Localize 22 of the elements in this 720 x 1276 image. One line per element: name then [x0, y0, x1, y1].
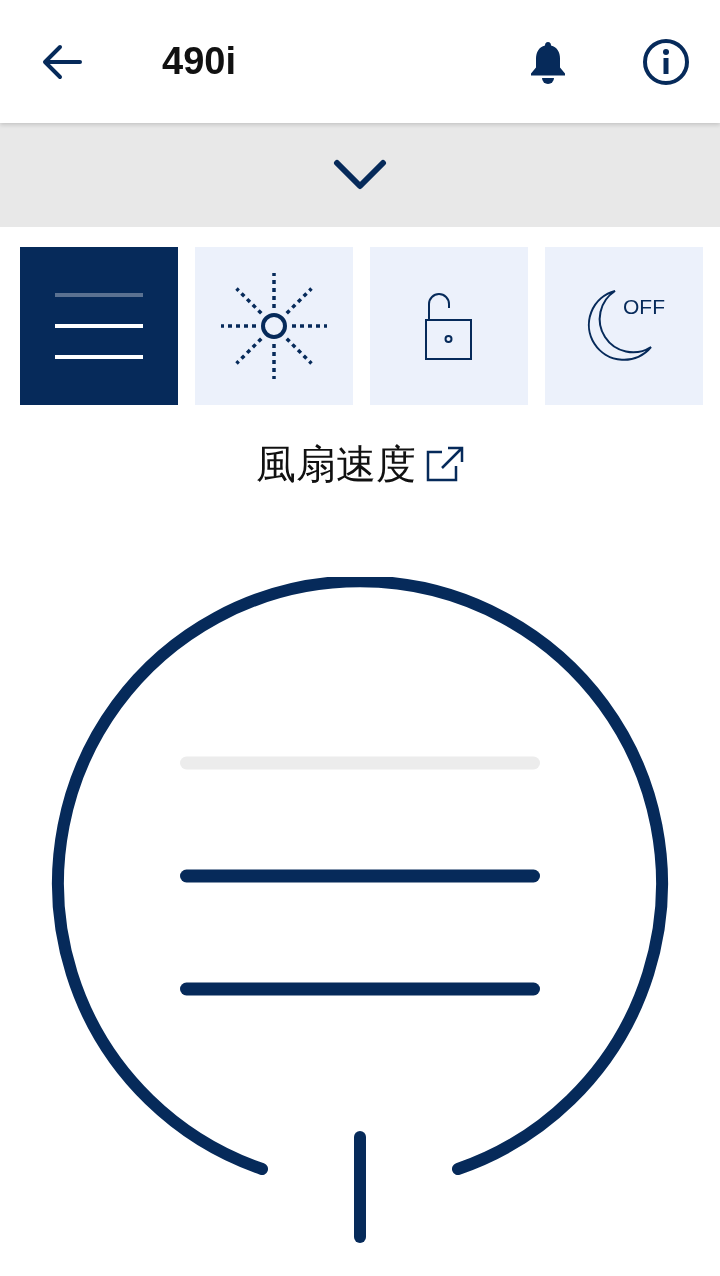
- info-icon: [642, 37, 690, 86]
- mode-tile[interactable]: [20, 247, 178, 405]
- speed-bar[interactable]: [180, 982, 540, 996]
- chevron-down-icon: [333, 159, 387, 191]
- back-arrow-icon: [42, 43, 82, 80]
- external-link-icon: [426, 446, 464, 482]
- device-title: 490i: [162, 40, 237, 83]
- mode-tile[interactable]: OFF: [545, 247, 703, 405]
- back-button[interactable]: [42, 43, 82, 80]
- speed-bar[interactable]: [180, 869, 540, 883]
- mode-tile[interactable]: [195, 247, 353, 405]
- expand-button[interactable]: [333, 159, 387, 191]
- unlocked-padlock-icon: [424, 290, 474, 362]
- notification-button[interactable]: [528, 39, 568, 84]
- sleep-off-label: OFF: [623, 295, 665, 319]
- external-link[interactable]: [426, 446, 464, 482]
- bell-icon: [528, 39, 568, 84]
- mode-title: 風扇速度: [256, 440, 416, 488]
- fan-speed-icon: [53, 292, 145, 360]
- mode-tile[interactable]: [370, 247, 528, 405]
- light-icon: [219, 271, 329, 381]
- info-button[interactable]: [642, 37, 690, 86]
